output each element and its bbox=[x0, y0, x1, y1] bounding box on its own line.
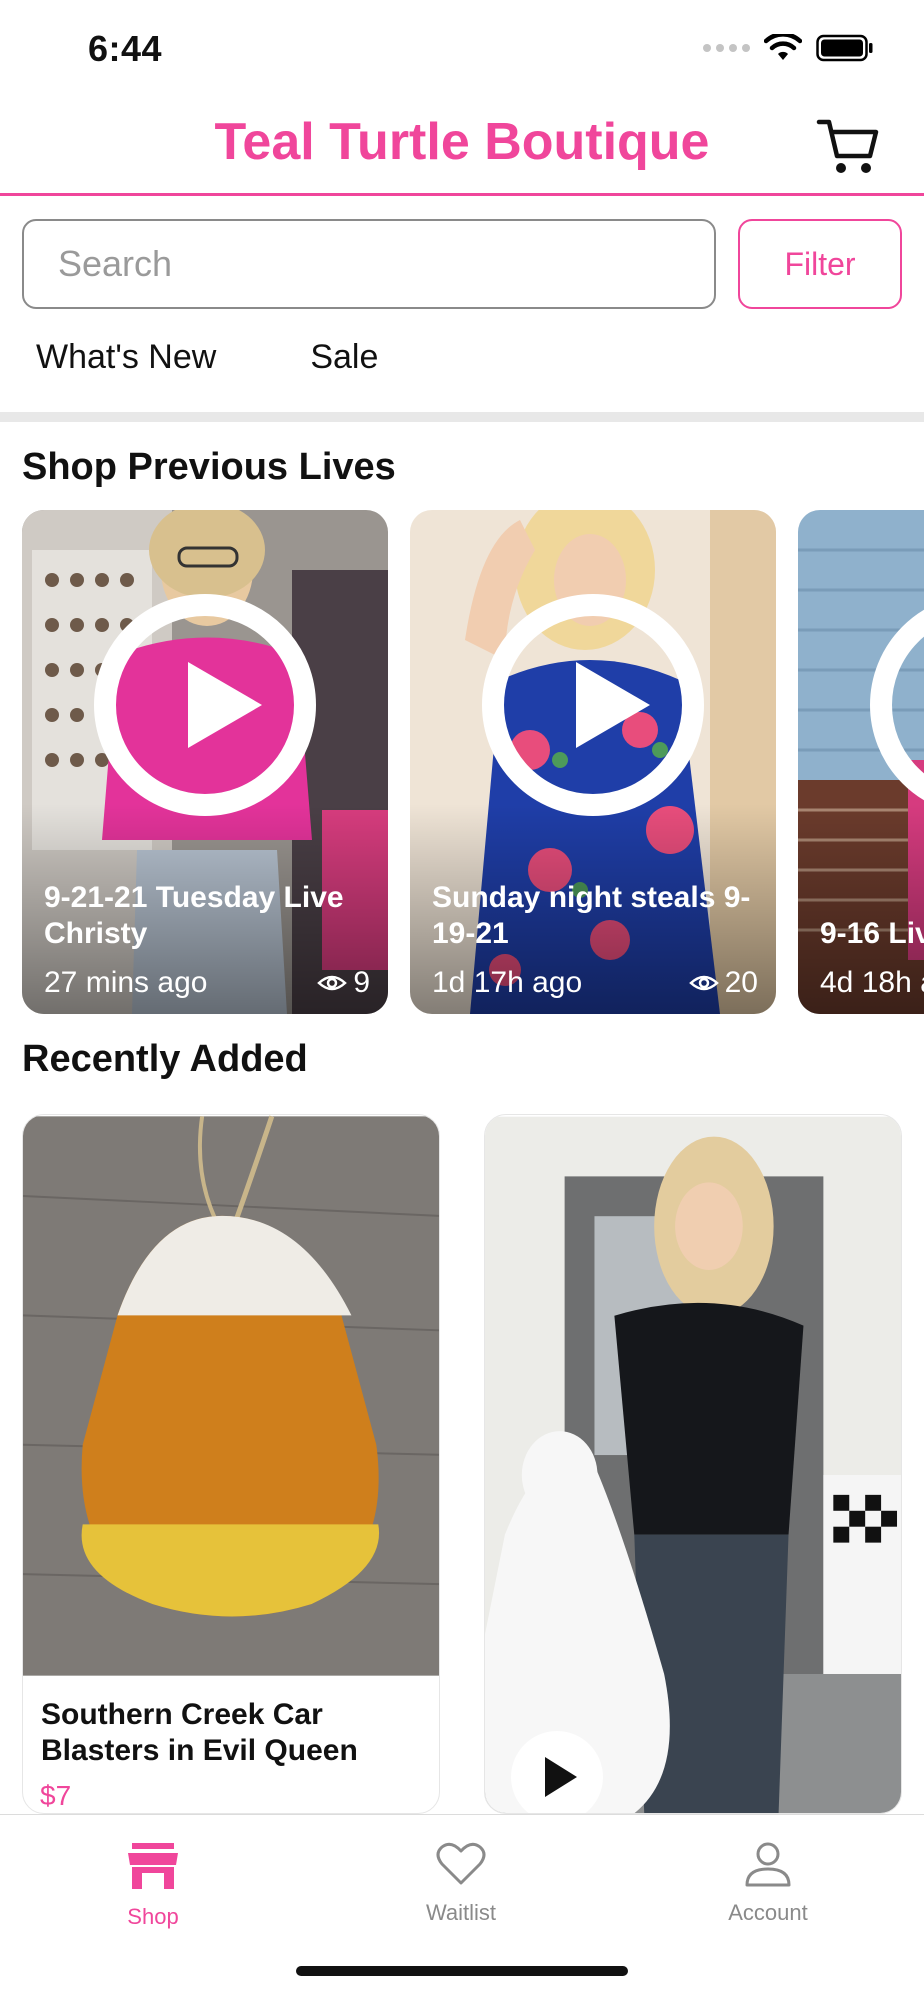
play-icon[interactable] bbox=[94, 594, 316, 816]
search-input[interactable] bbox=[22, 219, 716, 309]
product-card[interactable]: Southern Creek Car Blasters in Evil Quee… bbox=[22, 1114, 440, 1814]
product-card[interactable] bbox=[484, 1114, 902, 1814]
cart-icon bbox=[816, 119, 879, 173]
nav-shop[interactable]: Shop bbox=[73, 1841, 233, 1930]
cellular-signal-icon bbox=[703, 44, 750, 52]
status-icons bbox=[703, 34, 874, 62]
live-time: 4d 18h ago bbox=[820, 966, 924, 999]
filter-button[interactable]: Filter bbox=[738, 219, 902, 309]
nav-label: Shop bbox=[127, 1904, 179, 1929]
view-count-value: 9 bbox=[353, 966, 370, 999]
heart-icon bbox=[436, 1842, 486, 1885]
lives-section-title: Shop Previous Lives bbox=[22, 446, 396, 488]
wifi-icon bbox=[764, 34, 802, 60]
battery-icon bbox=[816, 34, 873, 62]
section-divider bbox=[0, 412, 924, 422]
home-indicator[interactable] bbox=[296, 1966, 628, 1976]
nav-waitlist[interactable]: Waitlist bbox=[381, 1841, 541, 1926]
app-header: Teal Turtle Boutique bbox=[0, 100, 924, 196]
view-count-value: 20 bbox=[724, 966, 758, 999]
live-card[interactable]: Sunday night steals 9-19-21 1d 17h ago 2… bbox=[410, 510, 776, 1014]
live-time: 27 mins ago bbox=[44, 966, 208, 999]
eye-icon bbox=[317, 975, 348, 991]
store-icon bbox=[128, 1843, 178, 1889]
eye-icon bbox=[688, 975, 719, 991]
view-count: 20 bbox=[688, 966, 758, 1000]
lives-carousel[interactable]: 9-21-21 Tuesday Live Christy 27 mins ago… bbox=[22, 510, 924, 1015]
nav-label: Waitlist bbox=[425, 1900, 497, 1925]
page-title: Teal Turtle Boutique bbox=[214, 113, 710, 171]
nav-account[interactable]: Account bbox=[688, 1841, 848, 1926]
category-tabs: What's New Sale bbox=[36, 338, 378, 377]
live-title: 9-21-21 Tuesday Live Christy bbox=[44, 881, 344, 950]
product-image bbox=[485, 1116, 901, 1813]
tab-whats-new[interactable]: What's New bbox=[36, 338, 216, 377]
live-meta: 27 mins ago 9 bbox=[44, 966, 370, 1000]
view-count: 9 bbox=[317, 966, 370, 1000]
person-icon bbox=[745, 1842, 791, 1887]
live-card[interactable]: 9-21-21 Tuesday Live Christy 27 mins ago… bbox=[22, 510, 388, 1014]
live-title: 9-16 Live bbox=[820, 917, 924, 950]
live-time: 1d 17h ago bbox=[432, 966, 583, 999]
play-icon[interactable] bbox=[482, 594, 704, 816]
video-play-button[interactable] bbox=[511, 1731, 603, 1813]
product-image bbox=[23, 1115, 439, 1676]
live-title: Sunday night steals 9-19-21 bbox=[432, 881, 751, 950]
status-bar: 6:44 bbox=[0, 0, 924, 100]
product-price: $7 bbox=[40, 1780, 72, 1811]
status-time: 6:44 bbox=[88, 28, 163, 69]
live-meta: 1d 17h ago 20 bbox=[432, 966, 758, 1000]
product-name: Southern Creek Car Blasters in Evil Quee… bbox=[41, 1698, 358, 1767]
nav-label: Account bbox=[728, 1900, 808, 1925]
live-card[interactable]: 9-16 Live 4d 18h ago bbox=[798, 510, 924, 1014]
recent-section-title: Recently Added bbox=[22, 1038, 308, 1080]
tab-sale[interactable]: Sale bbox=[310, 338, 378, 377]
cart-button[interactable] bbox=[816, 116, 880, 178]
live-meta: 4d 18h ago bbox=[820, 966, 924, 1000]
